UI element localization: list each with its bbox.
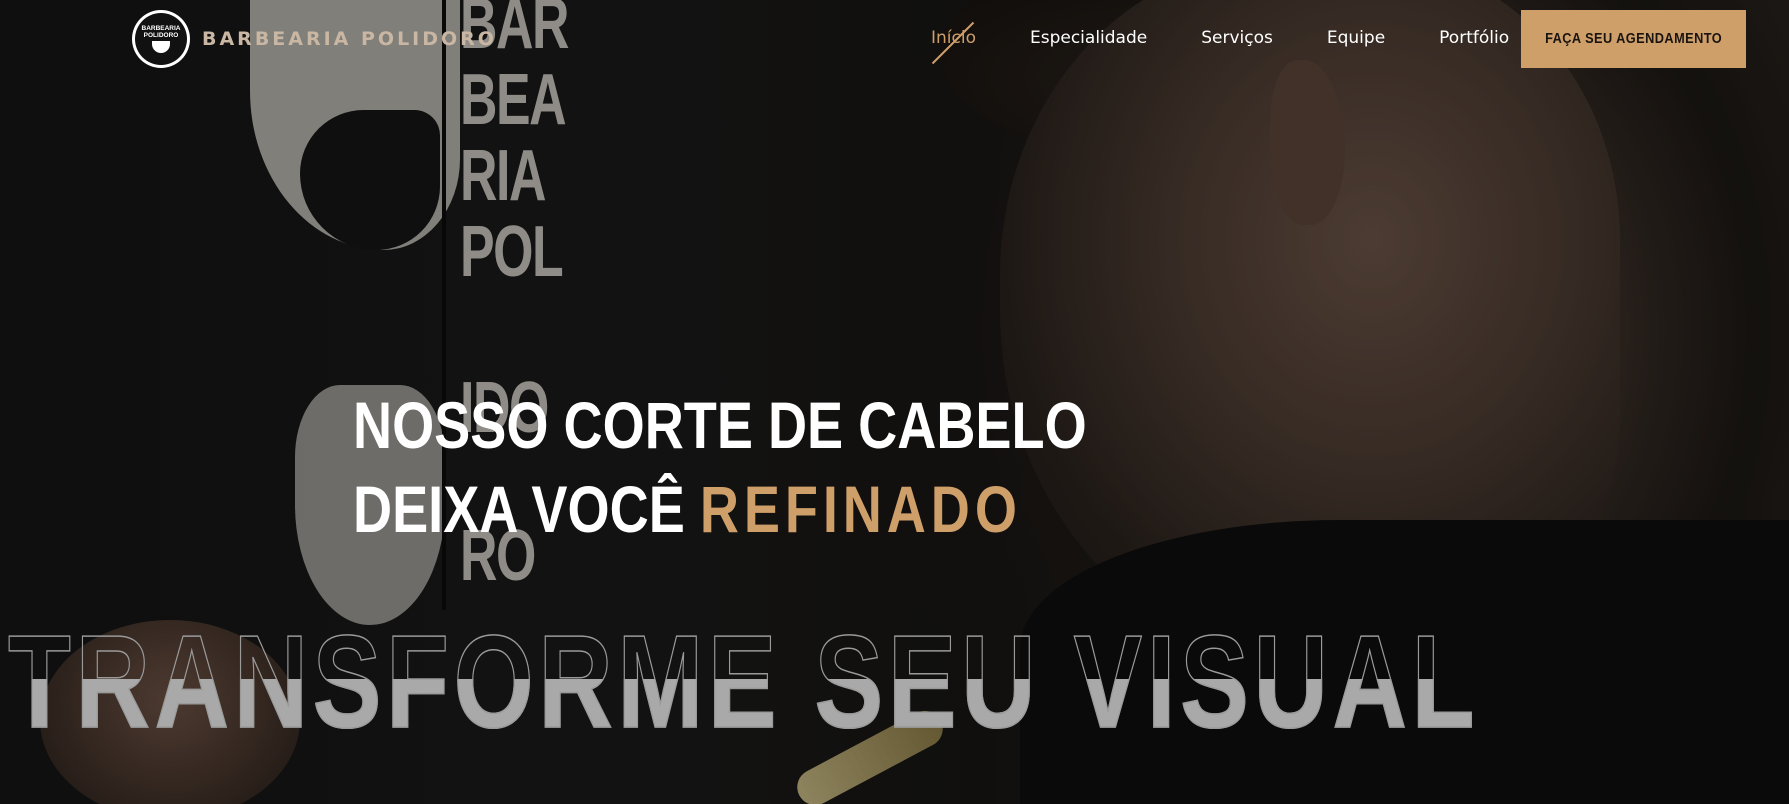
hero-headline-line2: DEIXA VOCÊ REFINADO [353, 467, 1087, 551]
nav-item-label: Início [931, 28, 976, 48]
brand-logo[interactable]: BARBEARIA POLIDORO BARBEARIA POLIDORO [132, 10, 497, 68]
nav-item-label: Equipe [1326, 28, 1386, 48]
beard-icon [152, 41, 170, 54]
main-nav: Início Especialidade Serviços Equipe Por… [931, 21, 1563, 65]
nav-item-label: Serviços [1201, 28, 1273, 48]
nav-item-inicio[interactable]: Início [931, 21, 976, 65]
logo-badge-icon: BARBEARIA POLIDORO [132, 10, 190, 68]
nav-item-equipe[interactable]: Equipe [1327, 28, 1385, 48]
nav-item-servicos[interactable]: Serviços [1201, 28, 1273, 48]
logo-badge-line2: POLIDORO [143, 32, 179, 39]
backdrop-slogan: TRANSFORME SEU VISUAL [7, 608, 1480, 755]
nav-item-especialidade[interactable]: Especialidade [1030, 28, 1147, 48]
logo-badge-line1: BARBEARIA [141, 24, 181, 32]
cta-label: FAÇA SEU AGENDAMENTO [1544, 31, 1723, 47]
brand-name: BARBEARIA POLIDORO [202, 28, 497, 50]
logo-badge-inner: BARBEARIA POLIDORO [135, 13, 187, 65]
hero-headline-line1: NOSSO CORTE DE CABELO [353, 388, 1087, 462]
schedule-appointment-button[interactable]: FAÇA SEU AGENDAMENTO [1521, 10, 1746, 68]
hero-headline-prefix: DEIXA VOCÊ [353, 472, 685, 546]
nav-item-label: Portfólio [1439, 28, 1510, 48]
hero-headline: NOSSO CORTE DE CABELO DEIXA VOCÊ REFINAD… [353, 383, 1248, 551]
nav-item-portfolio[interactable]: Portfólio [1439, 28, 1509, 48]
hero-headline-highlight: REFINADO [699, 472, 1022, 546]
site-header: BARBEARIA POLIDORO BARBEARIA POLIDORO In… [0, 0, 1789, 80]
nav-item-label: Especialidade [1029, 28, 1148, 48]
